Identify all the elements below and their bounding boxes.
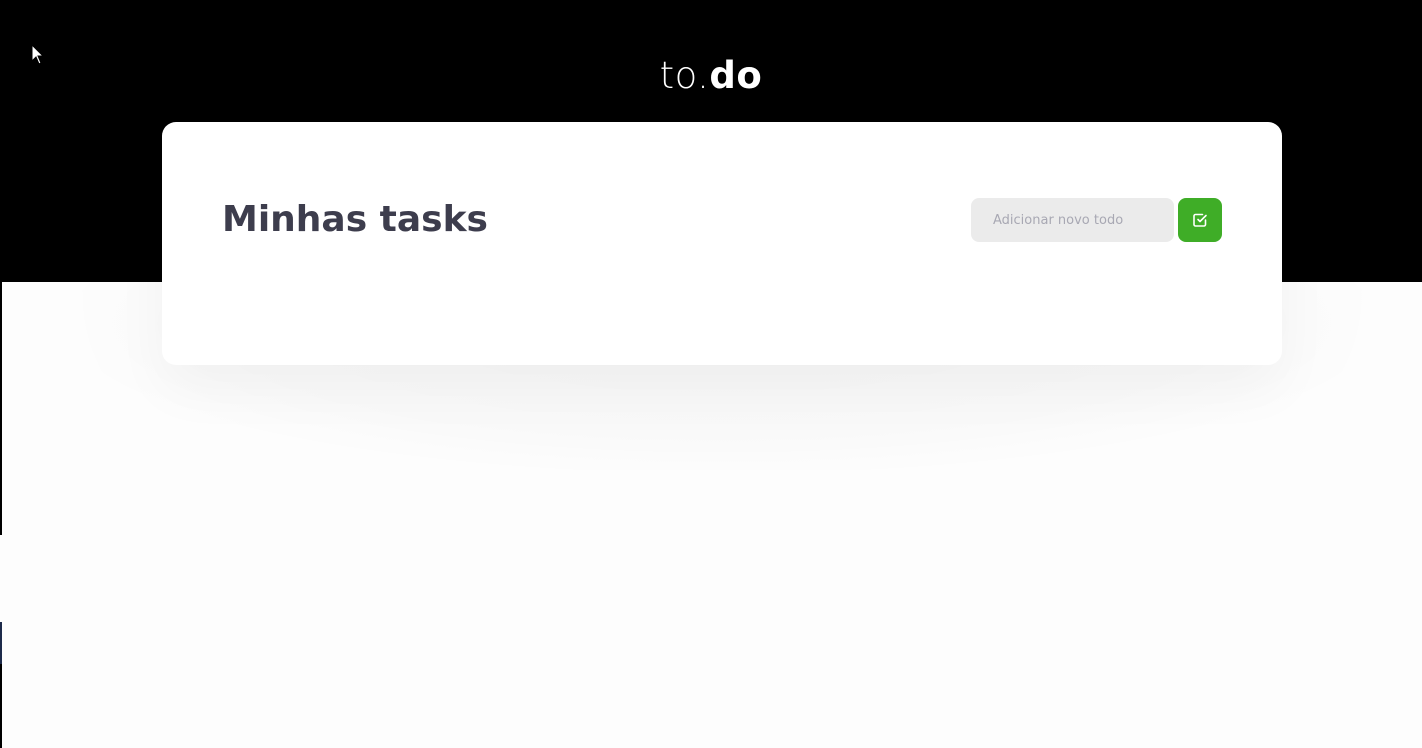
app-logo: to.do xyxy=(0,52,1422,100)
add-todo-form xyxy=(971,198,1223,242)
check-square-icon xyxy=(1193,213,1207,227)
mouse-cursor-icon xyxy=(31,44,45,65)
window-edge-accent xyxy=(0,622,2,664)
add-todo-button[interactable] xyxy=(1178,198,1222,242)
logo-suffix: do xyxy=(709,54,763,97)
page-title: Minhas tasks xyxy=(222,199,488,240)
window-edge xyxy=(0,282,2,535)
tasks-card: Minhas tasks xyxy=(162,122,1282,365)
logo-prefix: to. xyxy=(659,54,710,97)
new-todo-input[interactable] xyxy=(971,198,1174,242)
